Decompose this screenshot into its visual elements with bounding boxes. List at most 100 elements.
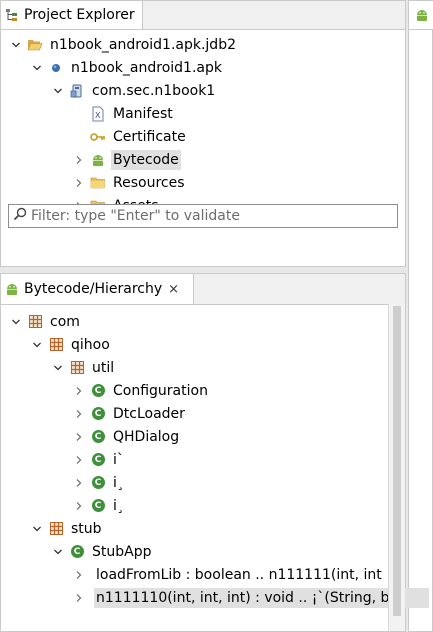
hierarchy-tree-item-label: i¸ xyxy=(113,474,124,491)
hierarchy-tree-item-label: Configuration xyxy=(113,382,208,399)
chevron-right-icon[interactable] xyxy=(72,153,86,167)
hierarchy-tree-item-row[interactable]: C Configuration xyxy=(72,379,210,402)
hierarchy-tree-item-row[interactable]: stub xyxy=(30,517,104,540)
project-tree-item-row[interactable]: com.sec.n1book1 xyxy=(51,79,217,102)
package-icon xyxy=(69,83,85,99)
hierarchy-tree-item-label: StubApp xyxy=(92,543,152,560)
tab-project-explorer[interactable]: Project Explorer xyxy=(1,1,143,29)
filter-input[interactable] xyxy=(27,208,391,224)
right-editor-tabbar xyxy=(409,1,433,30)
android-icon xyxy=(414,7,430,23)
hierarchy-tree: com qihoo util C Configuration C DtcLoader C QHD… xyxy=(1,310,430,620)
chevron-right-icon[interactable] xyxy=(72,453,86,467)
chevron-down-icon[interactable] xyxy=(30,61,44,75)
filter-field[interactable] xyxy=(8,204,398,228)
class-icon: C xyxy=(90,429,106,445)
project-tree-item-row[interactable]: Bytecode xyxy=(72,148,181,171)
hierarchy-tree-item-row[interactable]: util xyxy=(51,356,116,379)
chevron-down-icon[interactable] xyxy=(9,315,23,329)
tab-project-explorer-label: Project Explorer xyxy=(24,7,135,23)
tab-bytecode-hierarchy-label: Bytecode/Hierarchy xyxy=(24,281,163,297)
chevron-down-icon[interactable] xyxy=(51,84,65,98)
hierarchy-tabbar: Bytecode/Hierarchy × xyxy=(1,274,405,305)
class-icon: C xyxy=(69,544,85,560)
right-editor-panel xyxy=(408,0,433,632)
project-tree-item-label: n1book_android1.apk xyxy=(71,59,222,76)
hierarchy-tree-item-label: QHDialog xyxy=(113,428,180,445)
close-icon[interactable]: × xyxy=(168,282,179,297)
project-tree-item-label: com.sec.n1book1 xyxy=(92,82,216,99)
chevron-right-icon[interactable] xyxy=(72,384,86,398)
chevron-right-icon[interactable] xyxy=(72,568,86,582)
chevron-down-icon[interactable] xyxy=(30,522,44,536)
package-grid-icon xyxy=(48,337,64,353)
blue-dot-icon xyxy=(48,60,64,76)
project-explorer-tree: n1book_android1.apk.jdb2 n1book_android1.… xyxy=(1,33,405,214)
chevron-right-icon[interactable] xyxy=(72,499,86,513)
project-explorer-icon xyxy=(4,7,20,23)
chevron-down-icon[interactable] xyxy=(51,545,65,559)
chevron-down-icon[interactable] xyxy=(51,361,65,375)
chevron-down-icon[interactable] xyxy=(9,38,23,52)
tab-bytecode-hierarchy[interactable]: Bytecode/Hierarchy × xyxy=(1,274,194,304)
chevron-right-icon[interactable] xyxy=(72,430,86,444)
project-tree-item-row[interactable]: X Manifest xyxy=(72,102,175,125)
android-icon xyxy=(90,152,106,168)
hierarchy-tree-item-label: DtcLoader xyxy=(113,405,185,422)
project-tree-item-row[interactable]: n1book_android1.apk.jdb2 xyxy=(9,33,238,56)
class-icon: C xyxy=(90,452,106,468)
hierarchy-tree-item-label: util xyxy=(92,359,115,376)
svg-text:X: X xyxy=(95,111,101,120)
project-tree-item-label: n1book_android1.apk.jdb2 xyxy=(50,36,236,53)
chevron-right-icon[interactable] xyxy=(72,476,86,490)
tab-right-editor[interactable] xyxy=(409,1,433,29)
hierarchy-tree-item-label: i¸ xyxy=(113,497,124,514)
project-explorer-panel: Project Explorer n1book_android1.apk.jdb… xyxy=(0,0,406,267)
hierarchy-tree-item-row[interactable]: n1111110(int, int, int) : void .. ¡`(Str… xyxy=(72,586,430,609)
class-icon: C xyxy=(90,475,106,491)
chevron-right-icon[interactable] xyxy=(72,591,86,605)
chevron-down-icon[interactable] xyxy=(30,338,44,352)
chevron-right-icon[interactable] xyxy=(72,176,86,190)
hierarchy-tree-item-row[interactable]: C StubApp xyxy=(51,540,154,563)
hierarchy-tree-item-row[interactable]: Ci` xyxy=(72,448,126,471)
vertical-scrollbar[interactable] xyxy=(388,304,405,631)
hierarchy-tree-item-label: loadFromLib : boolean .. n111111(int, in… xyxy=(96,566,382,583)
hierarchy-tree-item-row[interactable]: Ci¸ xyxy=(72,471,126,494)
project-tree-item-label: Manifest xyxy=(113,105,173,122)
hierarchy-tree-item-row[interactable]: qihoo xyxy=(30,333,112,356)
project-explorer-tabbar: Project Explorer xyxy=(1,1,405,30)
project-tree-item-label: Resources xyxy=(113,174,185,191)
android-icon xyxy=(4,281,20,297)
hierarchy-tree-item-label: i` xyxy=(113,451,124,468)
project-tree-item-row[interactable]: Certificate xyxy=(72,125,188,148)
vertical-scrollbar-thumb[interactable] xyxy=(393,306,401,616)
key-icon xyxy=(90,129,106,145)
hierarchy-tree-item-row[interactable]: C DtcLoader xyxy=(72,402,187,425)
hierarchy-tree-item-row[interactable]: Ci¸ xyxy=(72,494,126,517)
folder-icon xyxy=(90,175,106,191)
project-tree-item-row[interactable]: Resources xyxy=(72,171,187,194)
hierarchy-tree-item-label: qihoo xyxy=(71,336,110,353)
class-icon: C xyxy=(90,383,106,399)
project-tree-item-row[interactable]: n1book_android1.apk xyxy=(30,56,224,79)
search-icon xyxy=(13,207,27,225)
package-grid-icon xyxy=(27,314,43,330)
package-grid-icon xyxy=(48,521,64,537)
chevron-right-icon[interactable] xyxy=(72,407,86,421)
package-grid-icon xyxy=(69,360,85,376)
hierarchy-tree-item-row[interactable]: loadFromLib : boolean .. n111111(int, in… xyxy=(72,563,384,586)
hierarchy-tree-item-row[interactable]: C QHDialog xyxy=(72,425,181,448)
bytecode-hierarchy-panel: Bytecode/Hierarchy × com qihoo util C Config… xyxy=(0,273,430,632)
hierarchy-tree-item-label: n1111110(int, int, int) : void .. ¡`(Str… xyxy=(94,587,430,608)
hierarchy-tree-item-label: com xyxy=(50,313,80,330)
project-tree-item-label: Certificate xyxy=(113,128,186,145)
manifest-xml-icon: X xyxy=(90,106,106,122)
hierarchy-tree-item-row[interactable]: com xyxy=(9,310,82,333)
project-tree-item-label: Bytecode xyxy=(111,149,181,170)
class-icon: C xyxy=(90,406,106,422)
hierarchy-tree-item-label: stub xyxy=(71,520,102,537)
class-icon: C xyxy=(90,498,106,514)
